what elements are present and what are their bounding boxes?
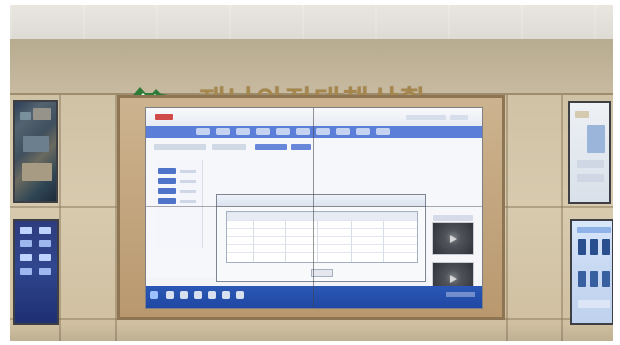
taskbar-status [446,292,475,297]
dialog-footer-button [311,269,333,277]
play-icon [450,235,457,243]
control-room-photo: 재난안전대책상황 [10,5,613,341]
video-thumbnail [433,223,473,254]
dialog-table [226,211,418,263]
app-content [146,138,482,308]
right-bottom-monitor [570,219,613,325]
sign-wall: 재난안전대책상황 [10,39,613,118]
left-navigation [154,160,203,248]
app-header [146,108,482,127]
ceiling [10,5,613,40]
right-top-monitor [568,101,611,204]
screen-divider-vertical [313,108,314,308]
left-bottom-monitor [13,219,59,325]
left-top-monitor [13,100,58,203]
app-logo [155,114,173,120]
lower-shadow [10,323,613,341]
screen-divider-horizontal [146,206,482,207]
play-icon [450,275,457,283]
main-display [146,108,482,308]
app-menu-bar [146,126,482,138]
data-dialog [216,194,426,282]
windows-taskbar [146,286,482,308]
